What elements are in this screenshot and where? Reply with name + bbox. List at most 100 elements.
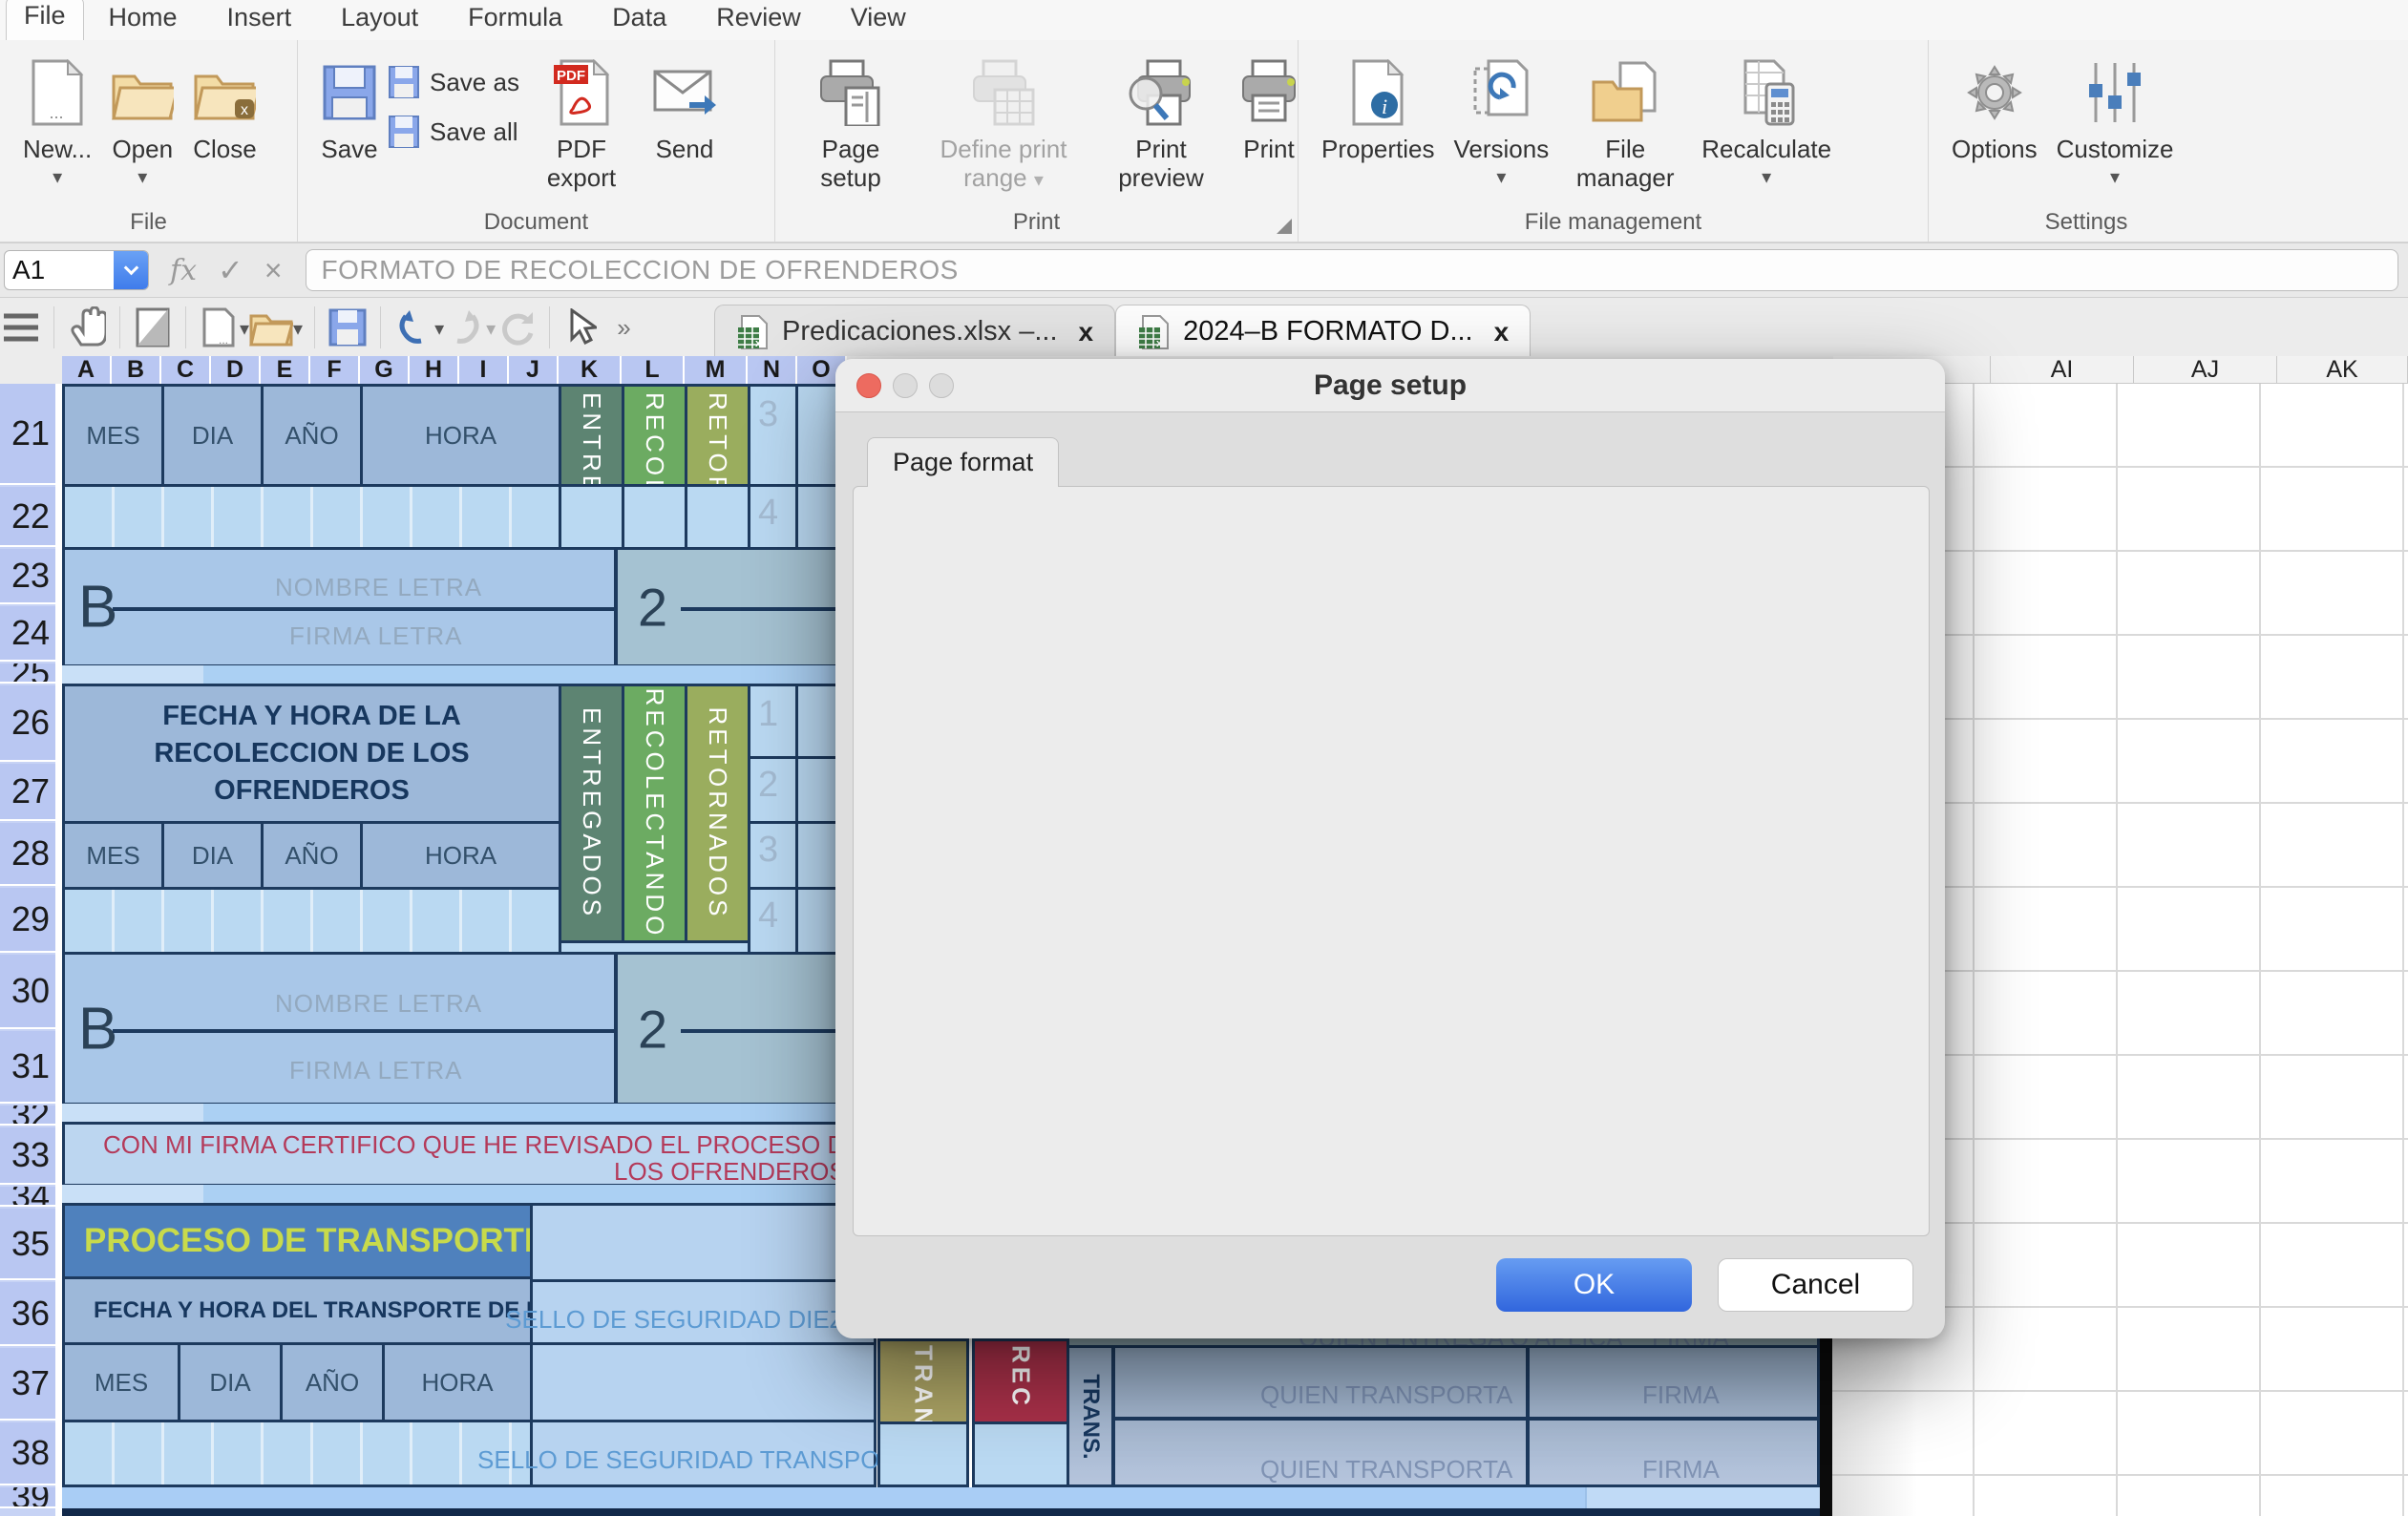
row-header-24[interactable]: 24: [0, 606, 55, 662]
menu-data[interactable]: Data: [587, 0, 691, 40]
col-header-h[interactable]: H: [410, 356, 459, 384]
cancel-button[interactable]: Cancel: [1718, 1258, 1913, 1312]
file-manager-button[interactable]: File manager: [1558, 50, 1692, 199]
cell-hora-2[interactable]: HORA: [360, 821, 561, 890]
col-header-ak[interactable]: AK: [2277, 356, 2408, 384]
cell-fecha-recoleccion[interactable]: FECHA Y HORA DE LA RECOLECCION DE LOS OF…: [62, 684, 561, 824]
cell-strip34-left[interactable]: [62, 1185, 203, 1205]
cell-ano-2[interactable]: AÑO: [261, 821, 363, 890]
row-header-39[interactable]: 39: [0, 1487, 55, 1508]
row-header-21[interactable]: 21: [0, 384, 55, 485]
dropdown-caret-icon[interactable]: ▾: [2110, 168, 2120, 187]
menu-view[interactable]: View: [826, 0, 931, 40]
row-header-38[interactable]: 38: [0, 1422, 55, 1485]
cell-dia-2[interactable]: DIA: [161, 821, 264, 890]
open-button[interactable]: Open ▾: [101, 50, 183, 193]
close-traffic-light[interactable]: [856, 373, 881, 398]
dropdown-caret-icon[interactable]: ▾: [434, 320, 444, 339]
col-header-a[interactable]: A: [62, 356, 112, 384]
col-header-f[interactable]: F: [310, 356, 360, 384]
pdf-export-button[interactable]: PDF PDF export: [519, 50, 644, 199]
save-as-button[interactable]: Save as: [388, 65, 519, 99]
cell-ano-1[interactable]: AÑO: [261, 384, 363, 487]
cell-mes-3[interactable]: MES: [62, 1342, 180, 1422]
send-button[interactable]: Send: [644, 50, 726, 170]
row-header-29[interactable]: 29: [0, 888, 55, 953]
row-header-31[interactable]: 31: [0, 1031, 55, 1104]
zoom-traffic-light[interactable]: [929, 373, 954, 398]
cell-empty-row38[interactable]: [62, 1420, 533, 1487]
row-header-28[interactable]: 28: [0, 823, 55, 886]
dialog-title-bar[interactable]: Page setup: [835, 359, 1945, 412]
row-header-27[interactable]: 27: [0, 764, 55, 821]
cell-strip25-left[interactable]: [62, 665, 203, 685]
save-icon[interactable]: [327, 304, 369, 351]
cell-dia-1[interactable]: DIA: [161, 384, 264, 487]
minimize-traffic-light[interactable]: [893, 373, 918, 398]
cell-strip32[interactable]: [203, 1104, 877, 1124]
col-header-n[interactable]: N: [748, 356, 797, 384]
cell-hora-1[interactable]: HORA: [360, 384, 561, 487]
open-icon[interactable]: [249, 304, 293, 351]
accept-icon[interactable]: ✓: [218, 252, 243, 288]
cell-recolectando[interactable]: RECOLECTANDO: [622, 684, 687, 943]
cell-fecha-transporte[interactable]: FECHA Y HORA DEL TRANSPORTE DE LOS OFREN…: [62, 1276, 533, 1345]
row-header-35[interactable]: 35: [0, 1209, 55, 1280]
tab-2024-b-formato[interactable]: x 2024–B FORMATO D... x: [1115, 305, 1531, 358]
cell-ano-3[interactable]: AÑO: [280, 1342, 385, 1422]
menu-home[interactable]: Home: [84, 0, 202, 40]
col-header-m[interactable]: M: [685, 356, 748, 384]
cell-mes-1[interactable]: MES: [62, 384, 164, 487]
dropdown-caret-icon[interactable]: ▾: [1496, 168, 1506, 187]
col-header-aj[interactable]: AJ: [2134, 356, 2277, 384]
cell-k22[interactable]: [559, 484, 624, 550]
col-header-k[interactable]: K: [559, 356, 622, 384]
col-header-j[interactable]: J: [509, 356, 559, 384]
cell-rec-bar[interactable]: REC: [972, 1338, 1069, 1424]
cell-transp-bar[interactable]: TRANSP: [877, 1338, 969, 1424]
options-button[interactable]: Options: [1942, 50, 2047, 170]
menu-layout[interactable]: Layout: [316, 0, 443, 40]
cell-strip32-left[interactable]: [62, 1104, 203, 1124]
tab-page-format[interactable]: Page format: [867, 437, 1059, 487]
row-header-26[interactable]: 26: [0, 685, 55, 762]
cell-empty-row29[interactable]: [62, 887, 561, 955]
dropdown-caret-icon[interactable]: ▾: [53, 168, 62, 187]
row-header-23[interactable]: 23: [0, 549, 55, 604]
cell-certification[interactable]: CON MI FIRMA CERTIFICO QUE HE REVISADO E…: [62, 1122, 877, 1187]
col-header-l[interactable]: L: [622, 356, 685, 384]
name-box[interactable]: A1: [4, 250, 149, 290]
cell-strip39[interactable]: [62, 1487, 1585, 1508]
cell-m22[interactable]: [685, 484, 750, 550]
row-header-33[interactable]: 33: [0, 1127, 55, 1185]
print-preview-button[interactable]: Print preview: [1094, 50, 1228, 199]
cell-entregados[interactable]: ENTREGADOS: [559, 684, 624, 943]
cell-retornados-tail[interactable]: RETORNADOS: [685, 384, 750, 487]
tab-predicaciones[interactable]: x Predicaciones.xlsx –... x: [714, 305, 1115, 358]
cell-empty-row22[interactable]: [62, 484, 561, 550]
properties-button[interactable]: i Properties: [1312, 50, 1445, 170]
cell-signature-block-2[interactable]: B NOMBRE LETRA FIRMA LETRA 2: [62, 952, 877, 1105]
undo-icon[interactable]: [392, 304, 434, 351]
cell-reference[interactable]: A1: [5, 255, 114, 285]
cell-sello-top[interactable]: [530, 1203, 877, 1282]
cursor-icon[interactable]: [561, 304, 603, 351]
cell-hora-3[interactable]: HORA: [382, 1342, 533, 1422]
dropdown-caret-icon[interactable]: ▾: [137, 168, 147, 187]
dropdown-caret-icon[interactable]: ▾: [293, 320, 303, 339]
recalculate-button[interactable]: Recalculate ▾: [1692, 50, 1841, 193]
menu-formula[interactable]: Formula: [443, 0, 587, 40]
name-box-dropdown-icon[interactable]: [114, 251, 148, 289]
overflow-chevrons-icon[interactable]: »: [617, 313, 630, 343]
row-header-32[interactable]: 32: [0, 1105, 55, 1126]
cell-under-rec[interactable]: [972, 1421, 1069, 1487]
new-button[interactable]: ... New... ▾: [13, 50, 101, 193]
contrast-view-icon[interactable]: [132, 304, 174, 351]
cell-mes-2[interactable]: MES: [62, 821, 164, 890]
col-header-i[interactable]: I: [459, 356, 509, 384]
cell-strip34[interactable]: [203, 1185, 877, 1205]
cell-entregados-tail[interactable]: ENTREGADOS: [559, 384, 624, 487]
cell-sello-mid[interactable]: [530, 1342, 877, 1422]
col-header-c[interactable]: C: [161, 356, 211, 384]
tab-close-icon[interactable]: x: [1079, 317, 1094, 347]
